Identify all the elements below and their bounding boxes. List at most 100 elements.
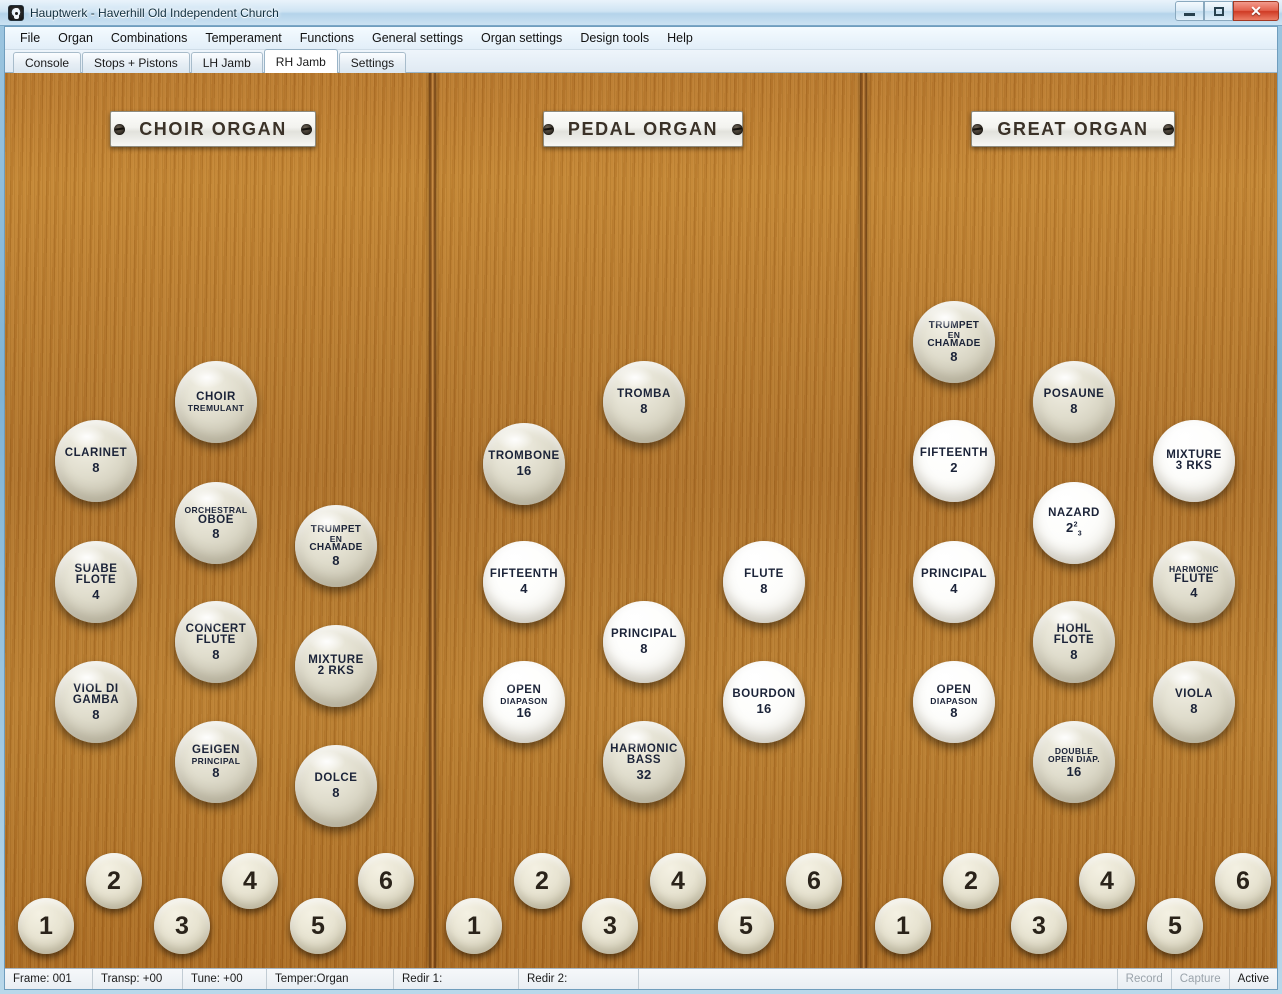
menu-item-organ-settings[interactable]: Organ settings bbox=[472, 28, 571, 48]
piston-label: 6 bbox=[807, 866, 821, 895]
piston-choir-2[interactable]: 2 bbox=[86, 853, 142, 909]
menu-item-file[interactable]: File bbox=[11, 28, 49, 48]
stop-line-2: FLUTE bbox=[196, 634, 236, 646]
menu-item-organ[interactable]: Organ bbox=[49, 28, 102, 48]
stop-pitch: 8 bbox=[1190, 700, 1198, 716]
stop-line-2: DIAPASON bbox=[500, 695, 548, 706]
screw-icon bbox=[542, 123, 554, 135]
piston-pedal-4[interactable]: 4 bbox=[650, 853, 706, 909]
status-capture[interactable]: Capture bbox=[1172, 969, 1230, 989]
piston-pedal-5[interactable]: 5 bbox=[718, 898, 774, 954]
piston-pedal-2[interactable]: 2 bbox=[514, 853, 570, 909]
menu-item-general-settings[interactable]: General settings bbox=[363, 28, 472, 48]
stop-pedal-flute[interactable]: FLUTE 8 bbox=[723, 541, 805, 623]
piston-choir-3[interactable]: 3 bbox=[154, 898, 210, 954]
status-temperament: Temper:Organ bbox=[267, 969, 394, 989]
stop-great-posaune[interactable]: POSAUNE 8 bbox=[1033, 361, 1115, 443]
piston-pedal-6[interactable]: 6 bbox=[786, 853, 842, 909]
piston-great-1[interactable]: 1 bbox=[875, 898, 931, 954]
maximize-icon bbox=[1213, 6, 1224, 16]
menu-item-temperament[interactable]: Temperament bbox=[196, 28, 290, 48]
stop-line-2: TREMULANT bbox=[187, 402, 245, 413]
stop-line-1: DOLCE bbox=[314, 772, 358, 785]
tab-lh-jamb[interactable]: LH Jamb bbox=[190, 52, 263, 73]
stop-choir-viol-di-gamba[interactable]: VIOL DI GAMBA 8 bbox=[55, 661, 137, 743]
window-controls: ✕ bbox=[1175, 1, 1279, 21]
title-bar: Hauptwerk - Haverhill Old Independent Ch… bbox=[0, 0, 1282, 26]
piston-label: 6 bbox=[1236, 866, 1250, 895]
stop-pitch: 8 bbox=[212, 646, 220, 662]
menu-item-functions[interactable]: Functions bbox=[291, 28, 363, 48]
stop-choir-suabe-flote[interactable]: SUABE FLOTE 4 bbox=[55, 541, 137, 623]
piston-choir-6[interactable]: 6 bbox=[358, 853, 414, 909]
stop-great-principal[interactable]: PRINCIPAL 4 bbox=[913, 541, 995, 623]
minimize-icon bbox=[1184, 12, 1195, 16]
piston-pedal-3[interactable]: 3 bbox=[582, 898, 638, 954]
stop-pedal-fifteenth[interactable]: FIFTEENTH 4 bbox=[483, 541, 565, 623]
close-icon: ✕ bbox=[1250, 3, 1262, 19]
stop-choir-tremulant[interactable]: CHOIR TREMULANT bbox=[175, 361, 257, 443]
stop-pitch: 2 bbox=[950, 459, 958, 475]
piston-choir-4[interactable]: 4 bbox=[222, 853, 278, 909]
piston-label: 2 bbox=[964, 866, 978, 895]
stop-pedal-trombone[interactable]: TROMBONE 16 bbox=[483, 423, 565, 505]
stop-pedal-principal[interactable]: PRINCIPAL 8 bbox=[603, 601, 685, 683]
piston-pedal-1[interactable]: 1 bbox=[446, 898, 502, 954]
close-button[interactable]: ✕ bbox=[1233, 1, 1279, 21]
tab-rh-jamb[interactable]: RH Jamb bbox=[263, 49, 338, 73]
menu-item-design-tools[interactable]: Design tools bbox=[571, 28, 658, 48]
piston-great-4[interactable]: 4 bbox=[1079, 853, 1135, 909]
stop-pedal-open-diapason[interactable]: OPEN DIAPASON 16 bbox=[483, 661, 565, 743]
piston-choir-1[interactable]: 1 bbox=[18, 898, 74, 954]
stop-great-fifteenth[interactable]: FIFTEENTH 2 bbox=[913, 420, 995, 502]
stop-pedal-tromba[interactable]: TROMBA 8 bbox=[603, 361, 685, 443]
stop-choir-trumpet-en-chamade[interactable]: TRUMPET EN CHAMADE 8 bbox=[295, 505, 377, 587]
piston-great-2[interactable]: 2 bbox=[943, 853, 999, 909]
maximize-button[interactable] bbox=[1204, 1, 1233, 21]
stop-great-trumpet-en-chamade[interactable]: TRUMPET EN CHAMADE 8 bbox=[913, 301, 995, 383]
stop-choir-geigen-principal[interactable]: GEIGEN PRINCIPAL 8 bbox=[175, 721, 257, 803]
stop-great-harmonic-flute[interactable]: HARMONIC FLUTE 4 bbox=[1153, 541, 1235, 623]
stop-line-2: DIAPASON bbox=[930, 695, 978, 706]
status-record[interactable]: Record bbox=[1118, 969, 1172, 989]
stop-line-3: CHAMADE bbox=[309, 542, 363, 554]
piston-great-5[interactable]: 5 bbox=[1147, 898, 1203, 954]
stop-pedal-harmonic-bass[interactable]: HARMONIC BASS 32 bbox=[603, 721, 685, 803]
stop-choir-dolce[interactable]: DOLCE 8 bbox=[295, 745, 377, 827]
piston-label: 1 bbox=[467, 911, 481, 940]
stop-great-viola[interactable]: VIOLA 8 bbox=[1153, 661, 1235, 743]
stop-line-1: POSAUNE bbox=[1043, 388, 1105, 401]
screw-icon bbox=[114, 123, 126, 135]
window-title: Hauptwerk - Haverhill Old Independent Ch… bbox=[30, 5, 279, 20]
stop-great-double-open-diap[interactable]: DOUBLE OPEN DIAP. 16 bbox=[1033, 721, 1115, 803]
minimize-button[interactable] bbox=[1175, 1, 1204, 21]
stop-pitch: 4 bbox=[520, 580, 528, 596]
tab-settings[interactable]: Settings bbox=[338, 52, 407, 73]
stop-pitch: 8 bbox=[1070, 646, 1078, 662]
stop-pitch: 8 bbox=[332, 784, 340, 800]
stop-great-open-diapason[interactable]: OPEN DIAPASON 8 bbox=[913, 661, 995, 743]
stop-line-3: CHAMADE bbox=[927, 338, 981, 350]
stop-choir-orchestral-oboe[interactable]: ORCHESTRAL OBOE 8 bbox=[175, 482, 257, 564]
piston-great-3[interactable]: 3 bbox=[1011, 898, 1067, 954]
stop-great-hohl-flote[interactable]: HOHL FLOTE 8 bbox=[1033, 601, 1115, 683]
piston-label: 4 bbox=[243, 866, 257, 895]
stop-great-mixture-3-rks[interactable]: MIXTURE 3 RKS bbox=[1153, 420, 1235, 502]
stop-pedal-bourdon[interactable]: BOURDON 16 bbox=[723, 661, 805, 743]
tab-console[interactable]: Console bbox=[13, 52, 82, 73]
menu-item-help[interactable]: Help bbox=[658, 28, 702, 48]
stop-great-nazard[interactable]: NAZARD 223 bbox=[1033, 482, 1115, 564]
menu-bar: File Organ Combinations Temperament Func… bbox=[5, 27, 1277, 50]
status-tune: Tune: +00 bbox=[183, 969, 267, 989]
piston-great-6[interactable]: 6 bbox=[1215, 853, 1271, 909]
stop-choir-clarinet[interactable]: CLARINET 8 bbox=[55, 420, 137, 502]
piston-choir-5[interactable]: 5 bbox=[290, 898, 346, 954]
stop-choir-concert-flute[interactable]: CONCERT FLUTE 8 bbox=[175, 601, 257, 683]
stop-choir-mixture-2-rks[interactable]: MIXTURE 2 RKS bbox=[295, 625, 377, 707]
stop-line-1: TROMBONE bbox=[488, 450, 560, 463]
tab-stops-pistons[interactable]: Stops + Pistons bbox=[82, 52, 190, 73]
menu-item-combinations[interactable]: Combinations bbox=[102, 28, 196, 48]
stop-pitch: 16 bbox=[516, 705, 532, 720]
application-window: Hauptwerk - Haverhill Old Independent Ch… bbox=[0, 0, 1282, 994]
stop-line-2: FLUTE bbox=[1174, 572, 1214, 585]
